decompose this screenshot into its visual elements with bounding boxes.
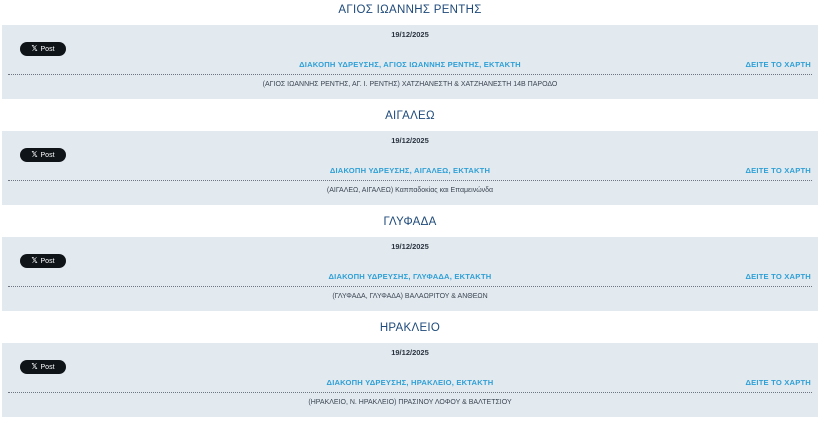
x-post-button[interactable]: 𝕏 Post <box>20 148 66 162</box>
notice-date: 19/12/2025 <box>391 136 429 145</box>
notice-section: ΑΓΙΟΣ ΙΩΑΝΝΗΣ ΡΕΝΤΗΣ 19/12/2025 𝕏 Post Δ… <box>0 0 820 99</box>
x-post-label: Post <box>40 45 55 53</box>
notice-section: ΑΙΓΑΛΕΩ 19/12/2025 𝕏 Post ΔΙΑΚΟΠΗ ΥΔΡΕΥΣ… <box>0 106 820 205</box>
notice-card: 19/12/2025 𝕏 Post ΔΙΑΚΟΠΗ ΥΔΡΕΥΣΗΣ, ΑΓΙΟ… <box>2 25 818 99</box>
x-post-label: Post <box>40 363 55 371</box>
notice-date: 19/12/2025 <box>391 242 429 251</box>
notice-location: (ΗΡΑΚΛΕΙΟ, Ν. ΗΡΑΚΛΕΙΟ) ΠΡΑΣΙΝΟΥ ΛΟΦΟΥ &… <box>308 399 512 406</box>
x-logo-icon: 𝕏 <box>31 362 38 372</box>
notice-title-link[interactable]: ΔΙΑΚΟΠΗ ΥΔΡΕΥΣΗΣ, ΑΙΓΑΛΕΩ, ΕΚΤΑΚΤΗ <box>82 166 738 175</box>
x-post-button[interactable]: 𝕏 Post <box>20 254 66 268</box>
x-post-label: Post <box>40 151 55 159</box>
notices-page: ΑΓΙΟΣ ΙΩΑΝΝΗΣ ΡΕΝΤΗΣ 19/12/2025 𝕏 Post Δ… <box>0 0 820 421</box>
area-heading: ΑΙΓΑΛΕΩ <box>385 110 435 122</box>
view-map-link[interactable]: ΔΕΙΤΕ ΤΟ ΧΑΡΤΗ <box>745 60 811 69</box>
notice-card: 19/12/2025 𝕏 Post ΔΙΑΚΟΠΗ ΥΔΡΕΥΣΗΣ, ΗΡΑΚ… <box>2 343 818 417</box>
notice-title-link[interactable]: ΔΙΑΚΟΠΗ ΥΔΡΕΥΣΗΣ, ΑΓΙΟΣ ΙΩΑΝΝΗΣ ΡΕΝΤΗΣ, … <box>82 60 738 69</box>
notice-section: ΓΛΥΦΑΔΑ 19/12/2025 𝕏 Post ΔΙΑΚΟΠΗ ΥΔΡΕΥΣ… <box>0 212 820 311</box>
dotted-divider <box>8 286 812 287</box>
x-logo-icon: 𝕏 <box>31 44 38 54</box>
notice-title-link[interactable]: ΔΙΑΚΟΠΗ ΥΔΡΕΥΣΗΣ, ΓΛΥΦΑΔΑ, ΕΚΤΑΚΤΗ <box>82 272 738 281</box>
x-post-button[interactable]: 𝕏 Post <box>20 360 66 374</box>
notice-date: 19/12/2025 <box>391 30 429 39</box>
area-heading: ΑΓΙΟΣ ΙΩΑΝΝΗΣ ΡΕΝΤΗΣ <box>338 4 482 16</box>
dotted-divider <box>8 180 812 181</box>
view-map-link[interactable]: ΔΕΙΤΕ ΤΟ ΧΑΡΤΗ <box>745 378 811 387</box>
x-post-label: Post <box>40 257 55 265</box>
notice-card: 19/12/2025 𝕏 Post ΔΙΑΚΟΠΗ ΥΔΡΕΥΣΗΣ, ΑΙΓΑ… <box>2 131 818 205</box>
dotted-divider <box>8 74 812 75</box>
notice-date: 19/12/2025 <box>391 348 429 357</box>
notice-title-link[interactable]: ΔΙΑΚΟΠΗ ΥΔΡΕΥΣΗΣ, ΗΡΑΚΛΕΙΟ, ΕΚΤΑΚΤΗ <box>82 378 738 387</box>
dotted-divider <box>8 392 812 393</box>
x-logo-icon: 𝕏 <box>31 256 38 266</box>
view-map-link[interactable]: ΔΕΙΤΕ ΤΟ ΧΑΡΤΗ <box>745 166 811 175</box>
area-heading: ΓΛΥΦΑΔΑ <box>383 216 437 228</box>
notice-location: (ΑΓΙΟΣ ΙΩΑΝΝΗΣ ΡΕΝΤΗΣ, ΑΓ. Ι. ΡΕΝΤΗΣ) ΧΑ… <box>262 81 558 88</box>
notice-card: 19/12/2025 𝕏 Post ΔΙΑΚΟΠΗ ΥΔΡΕΥΣΗΣ, ΓΛΥΦ… <box>2 237 818 311</box>
notice-location: (ΓΛΥΦΑΔΑ, ΓΛΥΦΑΔΑ) ΒΑΛΑΩΡΙΤΟΥ & ΑΝΘΕΩΝ <box>332 293 488 300</box>
notice-location: (ΑΙΓΑΛΕΩ, ΑΙΓΑΛΕΩ) Καππαδοκίας και Επαμε… <box>326 187 494 194</box>
notice-section: ΗΡΑΚΛΕΙΟ 19/12/2025 𝕏 Post ΔΙΑΚΟΠΗ ΥΔΡΕΥ… <box>0 318 820 417</box>
x-post-button[interactable]: 𝕏 Post <box>20 42 66 56</box>
view-map-link[interactable]: ΔΕΙΤΕ ΤΟ ΧΑΡΤΗ <box>745 272 811 281</box>
area-heading: ΗΡΑΚΛΕΙΟ <box>379 322 441 334</box>
x-logo-icon: 𝕏 <box>31 150 38 160</box>
